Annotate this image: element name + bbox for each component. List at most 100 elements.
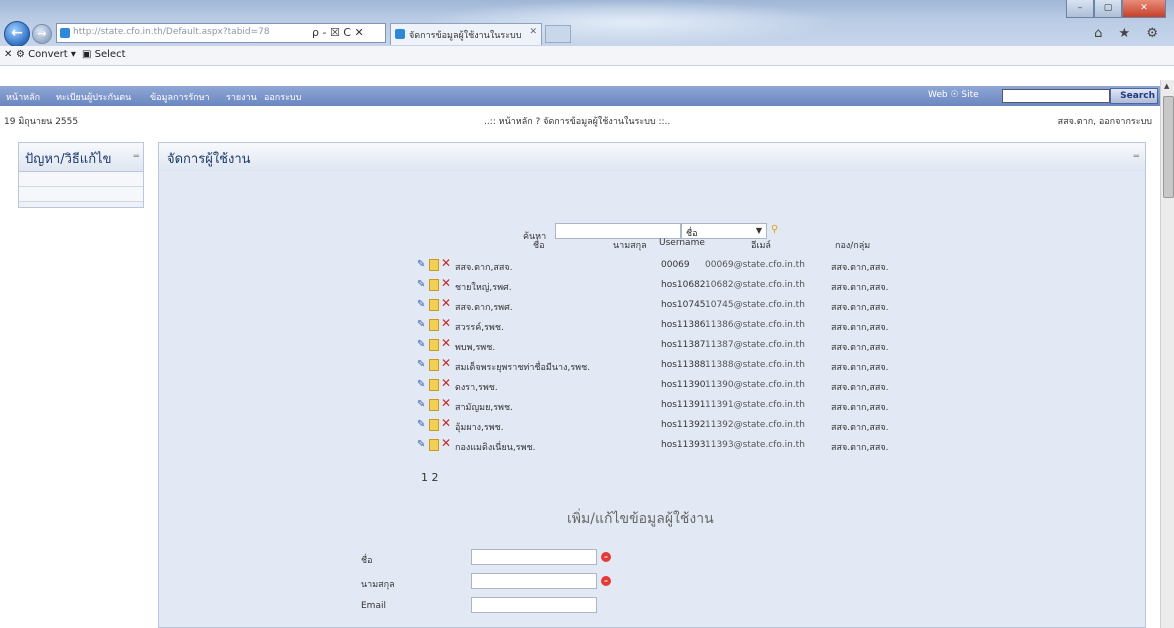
column-header-division: กอง/กลุ่ม (835, 241, 871, 251)
row-email: 00069@state.cfo.in.th (705, 260, 805, 270)
row-email: 11386@state.cfo.in.th (705, 320, 805, 330)
row-username: hos11393 (661, 440, 706, 450)
delete-icon[interactable]: ✕ (441, 396, 451, 410)
minimize-button[interactable]: – (1066, 0, 1094, 18)
delete-icon[interactable]: ✕ (441, 356, 451, 370)
row-name: สวรรค์,รพช. (455, 323, 504, 333)
row-username: hos11388 (661, 360, 706, 370)
user-search-input[interactable] (555, 223, 681, 239)
browser-tab-active[interactable]: จัดการข้อมูลผู้ใช้งานในระบบ ✕ (390, 23, 542, 45)
user-management-panel: จัดการผู้ใช้งาน ═ ค้นหา ชื่อ ▼ ⚲ ชื่อ นา… (158, 142, 1146, 628)
delete-icon[interactable]: ✕ (441, 436, 451, 450)
edit-icon[interactable]: ✎ (417, 319, 425, 330)
user-info[interactable]: สสจ.ตาก, ออกจากระบบ (1058, 114, 1152, 128)
copy-icon[interactable] (429, 339, 439, 351)
table-row: ✎ ✕ สสจ.ตาก,รพศ. hos10745 10745@state.cfo… (417, 296, 897, 316)
copy-icon[interactable] (429, 279, 439, 291)
tab-close-icon[interactable]: ✕ (529, 27, 537, 37)
table-row: ✎ ✕ สามัญมย,รพช. hos11391 11391@state.cfo… (417, 396, 897, 416)
sidebar-title: ปัญหา/วิธีแก้ไข (25, 152, 112, 167)
surname-field[interactable] (471, 573, 597, 589)
edit-icon[interactable]: ✎ (417, 359, 425, 370)
forward-button[interactable]: → (32, 24, 52, 44)
row-username: 00069 (661, 260, 690, 270)
menu-item-home[interactable]: หน้าหลัก (6, 90, 40, 104)
edit-icon[interactable]: ✎ (417, 259, 425, 270)
maximize-button[interactable]: ▢ (1094, 0, 1122, 18)
row-name: สามัญมย,รพช. (455, 403, 513, 413)
command-bar: ✕ ⚙ Convert ▾ ▣ Select (0, 46, 1174, 66)
delete-icon[interactable]: ✕ (441, 336, 451, 350)
email-label: Email (361, 601, 386, 611)
convert-button[interactable]: ⚙ Convert ▾ (16, 49, 76, 60)
browser-right-icons[interactable]: ⌂ ★ ⚙ (1094, 26, 1164, 41)
site-search-input[interactable] (1002, 89, 1110, 103)
info-bar: 19 มิถุนายน 2555 ..:: หน้าหลัก ? จัดการข… (0, 106, 1160, 136)
menu-item-report[interactable]: รายงาน (226, 90, 257, 104)
close-toolbar-icon[interactable]: ✕ (4, 49, 12, 60)
edit-icon[interactable]: ✎ (417, 399, 425, 410)
edit-icon[interactable]: ✎ (417, 439, 425, 450)
sidebar-row[interactable] (19, 187, 143, 202)
table-row: ✎ ✕ สมเด็จพระยุพราชท่าชื่อมีนาง,รพช. hos1… (417, 356, 897, 376)
row-email: 11391@state.cfo.in.th (705, 400, 805, 410)
table-row: ✎ ✕ กองแมดิงเนี่ยน,รพช. hos11393 11393@st… (417, 436, 897, 456)
vertical-scrollbar[interactable]: ▲ (1160, 80, 1174, 628)
edit-icon[interactable]: ✎ (417, 279, 425, 290)
copy-icon[interactable] (429, 379, 439, 391)
copy-icon[interactable] (429, 259, 439, 271)
delete-icon[interactable]: ✕ (441, 276, 451, 290)
new-tab-button[interactable] (545, 25, 571, 43)
table-row: ✎ ✕ สวรรค์,รพช. hos11386 11386@state.cfo.… (417, 316, 897, 336)
copy-icon[interactable] (429, 299, 439, 311)
site-search-button[interactable]: Search (1110, 88, 1158, 104)
copy-icon[interactable] (429, 359, 439, 371)
collapse-icon[interactable]: ═ (134, 152, 139, 162)
search-field-select[interactable]: ชื่อ ▼ (681, 223, 767, 239)
row-username: hos11387 (661, 340, 706, 350)
back-button[interactable]: ← (4, 21, 30, 47)
row-email: 11387@state.cfo.in.th (705, 340, 805, 350)
edit-icon[interactable]: ✎ (417, 379, 425, 390)
tab-favicon-icon (395, 29, 405, 39)
close-window-button[interactable]: ✕ (1122, 0, 1166, 18)
column-header-name: ชื่อ (533, 241, 545, 251)
delete-icon[interactable]: ✕ (441, 376, 451, 390)
edit-icon[interactable]: ✎ (417, 419, 425, 430)
collapse-icon[interactable]: ═ (1134, 152, 1139, 162)
copy-icon[interactable] (429, 439, 439, 451)
sidebar-panel: ปัญหา/วิธีแก้ไข ═ (18, 142, 144, 208)
row-division: สสจ.ตาก,สสจ. (831, 283, 889, 293)
name-field[interactable] (471, 549, 597, 565)
search-go-icon[interactable]: ⚲ (771, 224, 778, 235)
table-row: ✎ ✕ ชายใหญ่,รพศ. hos10682 10682@state.cfo… (417, 276, 897, 296)
select-button[interactable]: ▣ Select (82, 49, 126, 60)
sidebar-header: ปัญหา/วิธีแก้ไข ═ (19, 143, 143, 172)
edit-icon[interactable]: ✎ (417, 339, 425, 350)
sidebar-row[interactable] (19, 172, 143, 187)
copy-icon[interactable] (429, 319, 439, 331)
web-site-toggle[interactable]: Web ☉ Site (928, 90, 979, 100)
panel-title: จัดการผู้ใช้งาน (167, 152, 251, 167)
browser-titlebar: – ▢ ✕ ← → http://state.cfo.in.th/Default… (0, 0, 1174, 47)
delete-icon[interactable]: ✕ (441, 296, 451, 310)
menu-item-logout[interactable]: ออกระบบ (264, 90, 301, 104)
scroll-thumb[interactable] (1163, 96, 1174, 198)
pagination[interactable]: 1 2 (421, 471, 439, 484)
row-division: สสจ.ตาก,สสจ. (831, 343, 889, 353)
chevron-down-icon: ▼ (755, 226, 762, 235)
scroll-up-icon[interactable]: ▲ (1164, 82, 1169, 90)
edit-icon[interactable]: ✎ (417, 299, 425, 310)
menu-item-registry[interactable]: ทะเบียนผู้ประกันตน (56, 90, 131, 104)
menu-item-treatment[interactable]: ข้อมูลการรักษา (150, 90, 210, 104)
email-field[interactable] (471, 597, 597, 613)
row-division: สสจ.ตาก,สสจ. (831, 423, 889, 433)
copy-icon[interactable] (429, 419, 439, 431)
form-title: เพิ่ม/แก้ไขข้อมูลผู้ใช้งาน (567, 511, 714, 527)
delete-icon[interactable]: ✕ (441, 316, 451, 330)
address-tools[interactable]: ρ - ☒ C ✕ (312, 23, 364, 43)
delete-icon[interactable]: ✕ (441, 256, 451, 270)
panel-body: ค้นหา ชื่อ ▼ ⚲ ชื่อ นามสกุล Username อีเ… (159, 171, 1145, 627)
copy-icon[interactable] (429, 399, 439, 411)
delete-icon[interactable]: ✕ (441, 416, 451, 430)
